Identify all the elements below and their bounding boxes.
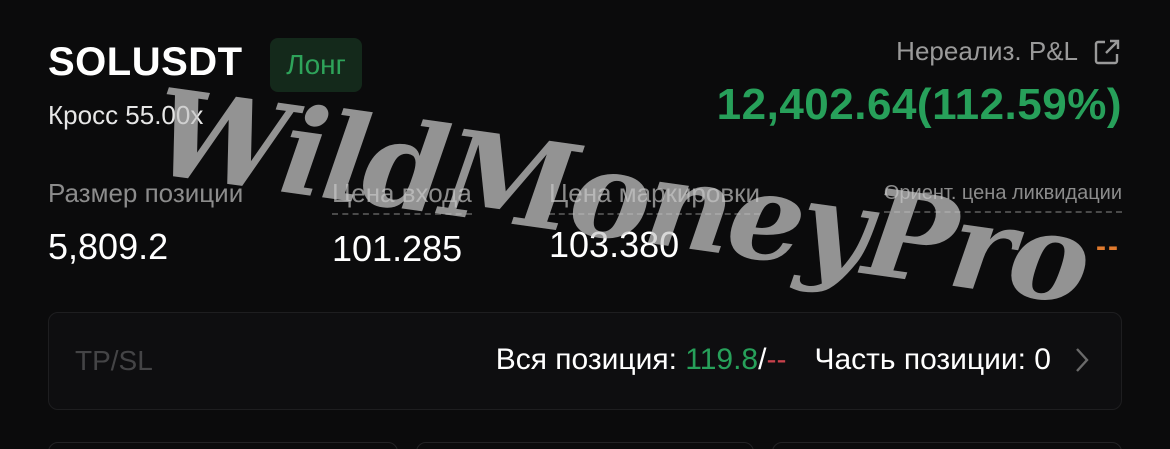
unrealized-pnl-value: 12,402.64(112.59%) xyxy=(716,80,1122,129)
position-size-label: Размер позиции xyxy=(48,178,244,208)
bottom-button-2[interactable] xyxy=(416,442,754,449)
margin-mode[interactable]: Кросс 55.00x xyxy=(48,100,203,131)
mark-price-label[interactable]: Цена маркировки xyxy=(549,178,761,215)
full-position-sl: -- xyxy=(766,343,787,376)
side-badge: Лонг xyxy=(270,38,362,92)
chevron-right-icon[interactable] xyxy=(1073,345,1091,375)
tpsl-summary[interactable]: Вся позиция: 119.8 / -- Часть позиции: 0 xyxy=(496,343,1091,377)
symbol-title[interactable]: SOLUSDT xyxy=(48,40,243,85)
share-icon[interactable] xyxy=(1092,37,1122,67)
liquidation-price-value: -- xyxy=(1096,230,1120,263)
pnl-label: Нереализ. P&L xyxy=(896,36,1078,66)
liquidation-price-label[interactable]: Ориент. цена ликвидации xyxy=(883,182,1122,213)
bottom-button-3[interactable] xyxy=(772,442,1122,449)
position-size-value: 5,809.2 xyxy=(48,226,169,267)
tpsl-separator: / xyxy=(758,343,767,376)
bottom-buttons-row xyxy=(48,442,1122,449)
full-position-tp: 119.8 xyxy=(685,343,759,376)
tpsl-label: TP/SL xyxy=(75,345,153,376)
tpsl-row[interactable]: TP/SL Вся позиция: 119.8 / -- Часть пози… xyxy=(48,312,1122,410)
full-position-label: Вся позиция: xyxy=(495,343,686,376)
bottom-button-1[interactable] xyxy=(48,442,398,449)
position-card: SOLUSDT Лонг Кросс 55.00x Нереализ. P&L … xyxy=(0,0,1170,449)
entry-price-value: 101.285 xyxy=(332,228,463,269)
pnl-header: Нереализ. P&L xyxy=(896,36,1122,67)
mark-price-value: 103.380 xyxy=(549,224,680,265)
partial-position-label: Часть позиции: 0 xyxy=(814,343,1051,376)
entry-price-label[interactable]: Цена входа xyxy=(332,178,472,215)
